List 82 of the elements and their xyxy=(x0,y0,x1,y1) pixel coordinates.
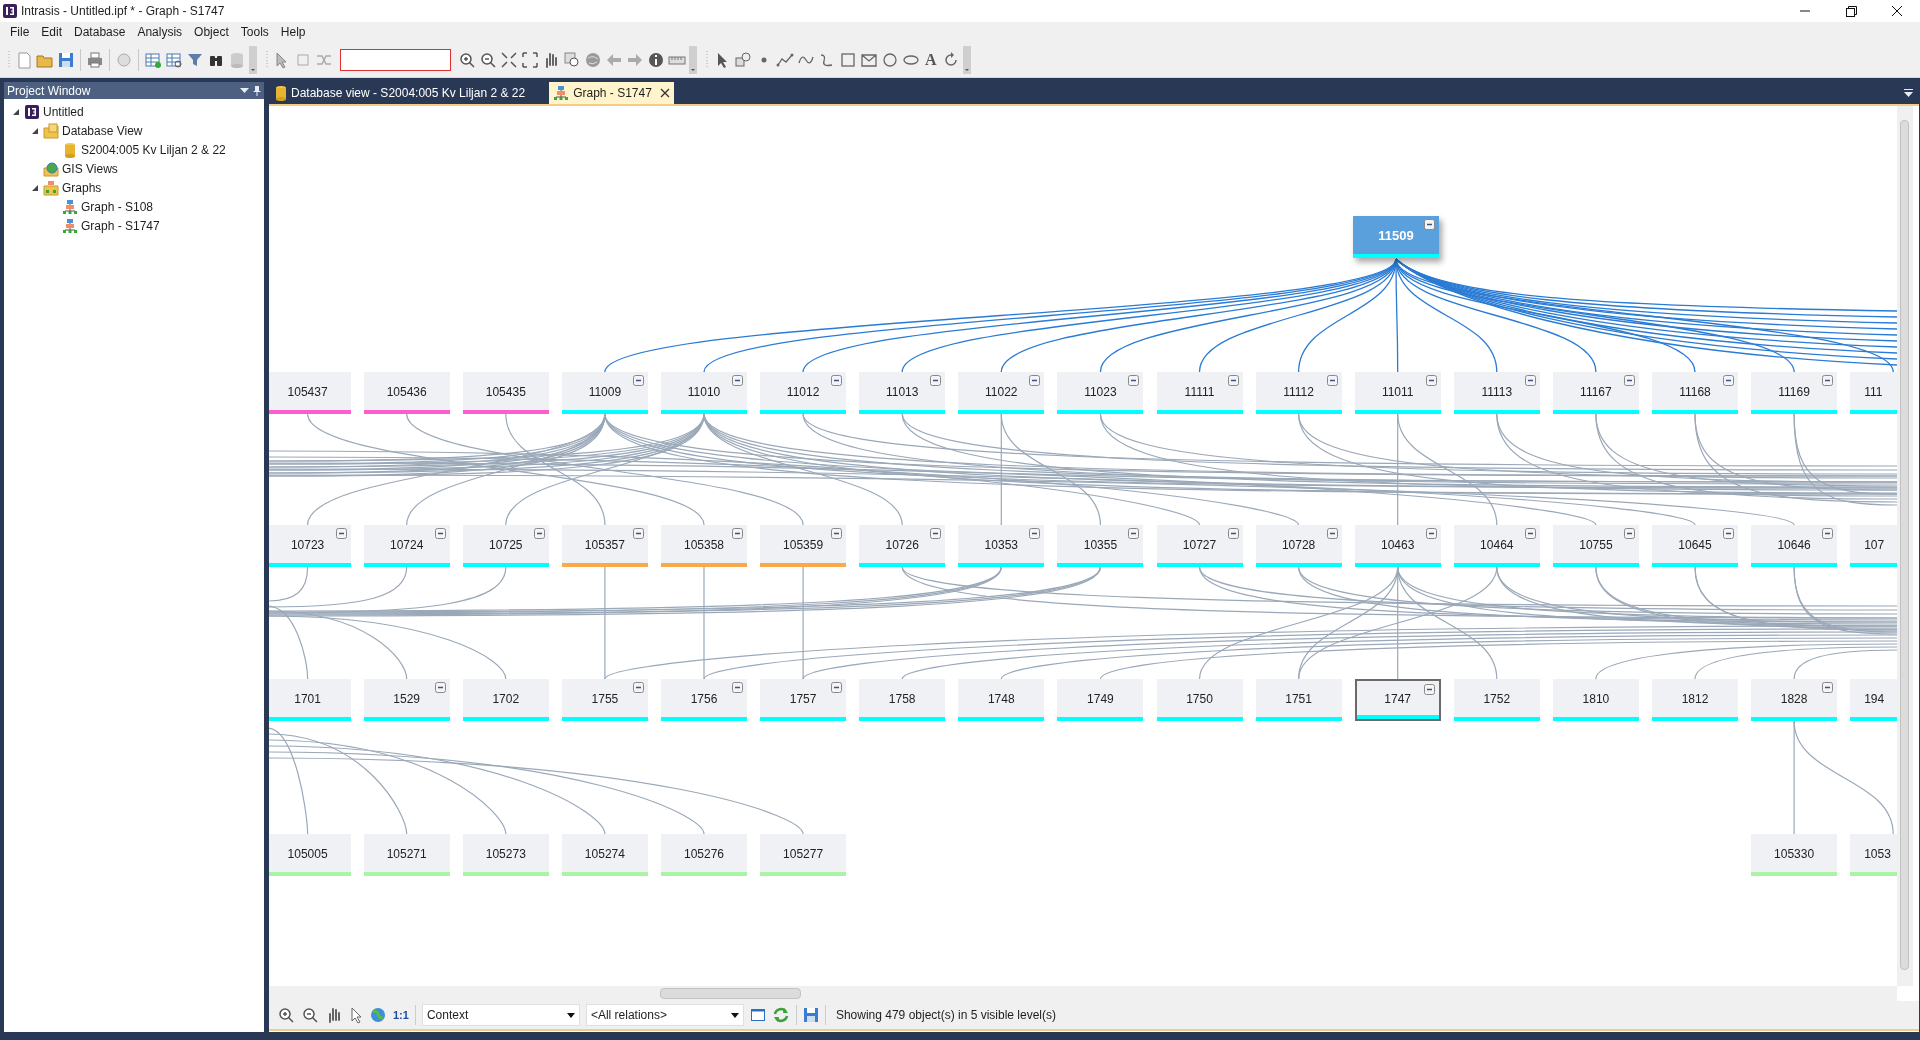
graph-node[interactable]: 10463 xyxy=(1354,525,1441,567)
graph-node[interactable]: 1702 xyxy=(462,679,549,721)
menu-item[interactable]: File xyxy=(4,23,36,41)
tree-item[interactable]: Database View xyxy=(62,121,143,140)
graph-node[interactable]: 10646 xyxy=(1751,525,1838,567)
graph-node[interactable]: 1810 xyxy=(1552,679,1639,721)
graph-node[interactable]: 1748 xyxy=(958,679,1045,721)
graph-node[interactable]: 105436 xyxy=(363,372,450,414)
window-title: Intrasis - Untitled.ipf * - Graph - S1747 xyxy=(21,3,225,20)
menu-item[interactable]: Analysis xyxy=(131,23,189,41)
graph-node[interactable]: 11010 xyxy=(661,372,747,414)
graph-node[interactable]: 10727 xyxy=(1156,525,1243,567)
tree-item[interactable]: S2004:005 Kv Liljan 2 & 22 xyxy=(81,140,226,159)
graph-node[interactable]: 11011 xyxy=(1354,372,1441,414)
panel-title: Project Window xyxy=(7,82,92,100)
graph-node[interactable]: 105357 xyxy=(561,525,648,567)
graph-node[interactable]: 10723 xyxy=(269,525,351,567)
graph-node[interactable]: 105273 xyxy=(462,834,549,876)
graph-node[interactable]: 11111 xyxy=(1156,372,1243,414)
graph-node[interactable]: 1758 xyxy=(859,679,946,721)
graph-node[interactable]: 11168 xyxy=(1652,372,1738,414)
graph-node[interactable]: 10725 xyxy=(462,525,549,567)
tree-item[interactable]: Graph - S108 xyxy=(81,197,154,216)
menu-item[interactable]: Tools xyxy=(234,23,275,41)
relation-filter-dropdown[interactable]: <All relations> xyxy=(585,1004,744,1026)
graph-node[interactable]: 1751 xyxy=(1255,679,1342,721)
graph-node[interactable]: 10353 xyxy=(958,525,1045,567)
tree-item[interactable]: GIS Views xyxy=(62,159,118,178)
graph-node[interactable]: 10728 xyxy=(1255,525,1342,567)
tree-item[interactable]: Untitled xyxy=(43,102,84,121)
tab[interactable]: Database view - S2004:005 Kv Liljan 2 & 22 xyxy=(269,82,532,104)
menu-item[interactable]: Database xyxy=(68,23,132,41)
view-mode-dropdown[interactable]: Context xyxy=(421,1004,580,1026)
menu-item[interactable]: Help xyxy=(274,23,312,41)
status-text: Showing 479 object(s) in 5 visible level(s) xyxy=(835,1007,1056,1024)
graph-node[interactable]: 11169 xyxy=(1751,372,1838,414)
graph-node[interactable]: 1757 xyxy=(760,679,847,721)
graph-node[interactable]: 1750 xyxy=(1156,679,1243,721)
graph-node[interactable]: 194 xyxy=(1850,679,1897,721)
graph-node[interactable]: 1755 xyxy=(561,679,648,721)
text-tool[interactable]: A xyxy=(923,47,939,72)
menu-item[interactable]: Object xyxy=(188,23,235,41)
tab[interactable]: Graph - S1747 xyxy=(549,82,674,104)
graph-node[interactable]: 1701 xyxy=(269,679,351,721)
graph-node[interactable]: 105005 xyxy=(269,834,351,876)
graph-node[interactable]: 105277 xyxy=(760,834,847,876)
graph-node[interactable]: 105358 xyxy=(661,525,747,567)
graph-node[interactable]: 105437 xyxy=(269,372,351,414)
graph-node[interactable]: 107 xyxy=(1850,525,1897,567)
graph-node[interactable]: 11112 xyxy=(1255,372,1342,414)
graph-node[interactable]: 11009 xyxy=(561,372,648,414)
graph-node[interactable]: 1828 xyxy=(1751,679,1838,721)
graph-node[interactable]: 1747 xyxy=(1354,679,1441,721)
graph-node[interactable]: 105359 xyxy=(760,525,847,567)
graph-node[interactable]: 105271 xyxy=(363,834,450,876)
graph-node[interactable]: 10355 xyxy=(1057,525,1144,567)
graph-node[interactable]: 1053 xyxy=(1850,834,1897,876)
graph-node[interactable]: 105276 xyxy=(661,834,747,876)
graph-node[interactable]: 10645 xyxy=(1652,525,1738,567)
graph-node[interactable]: 105274 xyxy=(561,834,648,876)
menu-item[interactable]: Edit xyxy=(35,23,69,41)
graph-node[interactable]: 11023 xyxy=(1057,372,1144,414)
graph-node[interactable]: 11022 xyxy=(958,372,1045,414)
graph-node[interactable]: 1812 xyxy=(1652,679,1738,721)
graph-node[interactable]: 111 xyxy=(1850,372,1897,414)
graph-node[interactable]: 1529 xyxy=(363,679,450,721)
graph-node[interactable]: 11113 xyxy=(1453,372,1540,414)
graph-node[interactable]: 10726 xyxy=(859,525,946,567)
graph-node[interactable]: 11012 xyxy=(760,372,847,414)
graph-node[interactable]: 1756 xyxy=(661,679,747,721)
graph-node[interactable]: 1749 xyxy=(1057,679,1144,721)
graph-node[interactable]: 1752 xyxy=(1453,679,1540,721)
graph-node[interactable]: 10755 xyxy=(1552,525,1639,567)
tree-item[interactable]: Graph - S1747 xyxy=(81,216,160,235)
tree-item[interactable]: Graphs xyxy=(62,178,102,197)
graph-node[interactable]: 11013 xyxy=(859,372,946,414)
graph-node[interactable]: 105435 xyxy=(462,372,549,414)
graph-node[interactable]: 11167 xyxy=(1552,372,1639,414)
zoom-reset-button[interactable]: 1:1 xyxy=(393,1006,409,1024)
graph-node[interactable]: 105330 xyxy=(1751,834,1838,876)
graph-node[interactable]: 10724 xyxy=(363,525,450,567)
graph-node[interactable]: 10464 xyxy=(1453,525,1540,567)
